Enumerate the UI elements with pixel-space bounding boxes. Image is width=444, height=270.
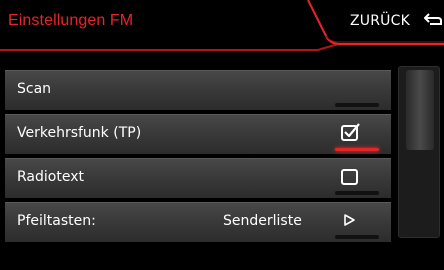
menu-item-label: Verkehrsfunk (TP): [17, 125, 142, 141]
page-title: Einstellungen FM: [8, 12, 134, 29]
menu-item-label: Scan: [17, 81, 52, 97]
menu-item-traffic-program[interactable]: Verkehrsfunk (TP): [5, 114, 391, 154]
menu-item-radiotext[interactable]: Radiotext: [5, 158, 391, 198]
menu-item-scan[interactable]: Scan: [5, 70, 391, 110]
back-button-label: ZURÜCK: [350, 13, 410, 29]
menu-item-label: Pfeiltasten:: [17, 213, 96, 229]
menu-item-value: Senderliste: [223, 213, 302, 229]
active-indicator: [335, 148, 379, 151]
item-indicator: [335, 103, 379, 107]
back-arrow-icon: [424, 13, 442, 25]
item-indicator: [335, 235, 379, 239]
scrollbar-thumb[interactable]: [406, 70, 434, 150]
item-indicator: [335, 191, 379, 195]
menu-item-arrow-keys[interactable]: Pfeiltasten: Senderliste: [5, 202, 391, 242]
back-button[interactable]: ZURÜCK: [298, 0, 444, 46]
menu-item-label: Radiotext: [17, 169, 84, 185]
